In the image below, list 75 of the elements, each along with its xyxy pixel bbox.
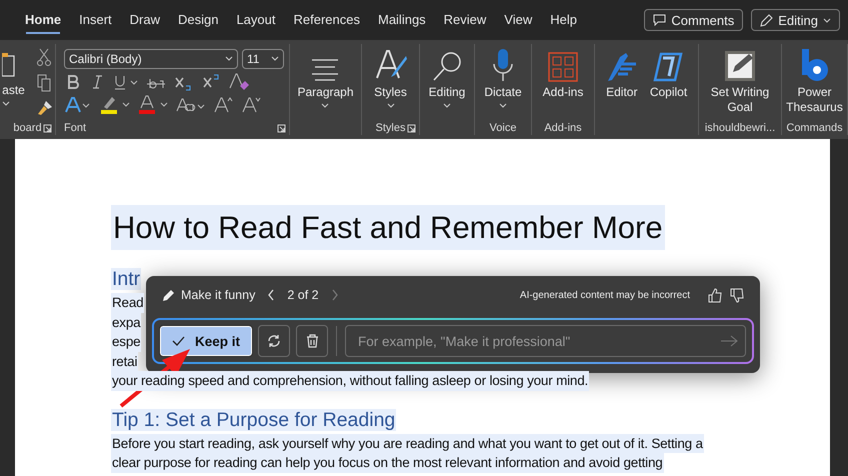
thumbs-down-icon[interactable] [730,288,744,302]
prompt-button[interactable]: Make it funny [162,288,256,302]
page-counter: 2 of 2 [287,288,319,302]
ribbon-tab[interactable]: Help [541,4,586,36]
font-size-dropdown[interactable]: 11 [242,48,284,68]
microphone-icon [492,48,514,82]
ribbon-tab[interactable]: Design [168,4,228,36]
dialog-launcher-icon[interactable] [277,124,286,133]
caret-icon [225,56,233,61]
shrink-font-icon[interactable] [242,96,262,114]
ribbon-button[interactable]: Power Thesaurus [780,44,848,117]
ribbon-button[interactable]: Styles [372,44,410,110]
document-title: How to Read Fast and Remember More [111,205,665,250]
group-label: board [13,121,42,135]
ribbon-button[interactable]: Editing [426,44,468,110]
comment-icon [653,14,666,26]
dialog-launcher-icon[interactable] [43,124,52,133]
ribbon-tab[interactable]: Home [16,4,70,36]
ribbon-button[interactable]: Dictate [482,44,524,110]
document-heading: Intr [111,268,142,290]
dialog-launcher-icon[interactable] [407,124,416,133]
chevron-left-icon [267,289,276,301]
grow-font-icon[interactable] [214,96,234,114]
format-painter-icon[interactable] [36,100,53,116]
search-icon [430,50,463,82]
checkmark-icon [172,336,185,346]
clear-formatting-icon[interactable] [228,72,250,92]
chevron-right-icon [330,289,339,301]
ribbon-tab[interactable]: Layout [227,4,284,36]
caret-icon [823,18,831,22]
group-label: ishouldbewri... [704,121,776,135]
paste-button[interactable]: aste [2,44,25,106]
refresh-icon [267,334,281,348]
keep-it-button[interactable]: Keep it [160,326,252,356]
comments-button[interactable]: Comments [644,9,744,31]
ribbon-tab[interactable]: View [495,4,542,36]
caret-icon [271,56,279,61]
editing-mode-button[interactable]: Editing [751,9,840,31]
ribbon-button[interactable]: Copilot [648,44,690,102]
pencil-icon [162,288,175,302]
pen-icon [606,52,638,82]
ribbon-button[interactable]: Paragraph [295,44,356,110]
align-lines-icon [310,58,340,82]
font-color-icon[interactable] [138,94,168,114]
group-label: Commands [786,121,843,135]
regenerate-button[interactable] [258,325,290,357]
change-case-icon[interactable] [176,96,206,114]
grid-icon [548,52,578,82]
group-label: Styles [376,121,406,135]
ribbon-tab[interactable]: Review [434,4,496,36]
ribbon-tab[interactable]: References [284,4,369,36]
caret-icon [2,101,10,106]
send-arrow-icon[interactable] [720,335,738,347]
thumbs-up-icon[interactable] [708,288,722,302]
ribbon-button[interactable]: Set Writing Goal [705,44,775,117]
prompt-input-field[interactable]: For example, "Make it professional" [345,325,746,357]
ribbon-button[interactable]: Add-ins [540,44,586,102]
group-label: Add-ins [544,121,582,135]
scissors-icon[interactable] [36,48,51,66]
delete-button[interactable] [296,325,328,357]
text-effects-icon[interactable] [64,96,92,114]
ribbon-tab[interactable]: Mailings [368,4,435,36]
font-name-dropdown[interactable]: Calibri (Body) [64,48,238,68]
copy-icon[interactable] [36,74,51,92]
ribbon-button[interactable]: Editor [604,44,640,102]
notepad-pencil-icon [724,50,756,82]
trash-icon [306,334,318,348]
pencil-icon [760,14,774,26]
document-heading: Tip 1: Set a Purpose for Reading [111,408,396,430]
ribbon-tab[interactable]: Insert [70,4,121,36]
highlighter-icon[interactable] [100,94,130,114]
disclaimer-text: AI-generated content may be incorrect [520,290,690,300]
ribbon-tab[interactable]: Draw [120,4,169,36]
group-label: Font [64,121,86,135]
group-label: Voice [490,121,516,135]
